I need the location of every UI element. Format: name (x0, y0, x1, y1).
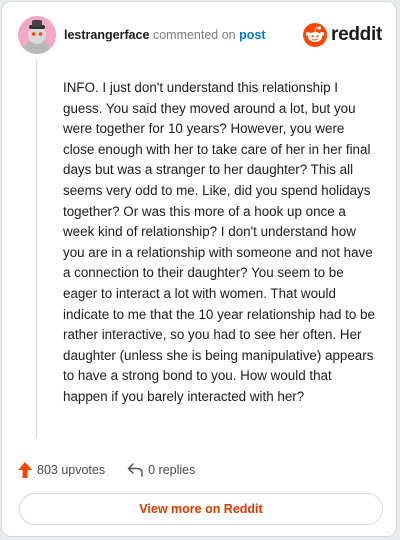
comment-embed-card: lestrangerface commented on post reddit … (1, 1, 397, 537)
byline: lestrangerface commented on post (64, 28, 266, 42)
comment-header: lestrangerface commented on post reddit (18, 16, 382, 56)
username-link[interactable]: lestrangerface (64, 28, 149, 42)
avatar-icon[interactable] (18, 16, 56, 54)
reddit-brand[interactable]: reddit (303, 21, 382, 49)
replies-button[interactable]: 0 replies (127, 463, 195, 477)
comment-body: INFO. I just don't understand this relat… (63, 80, 375, 404)
brand-wordmark: reddit (331, 24, 382, 45)
post-link[interactable]: post (239, 28, 265, 42)
upvote-arrow-icon (18, 462, 32, 478)
thread-line (36, 60, 37, 438)
reddit-logo-icon (303, 23, 328, 47)
upvote-count: 803 upvotes (37, 463, 106, 477)
action-text: commented on (152, 28, 236, 42)
reply-count: 0 replies (148, 463, 196, 477)
reply-arrow-icon (127, 463, 143, 477)
comment-footer: 803 upvotes 0 replies (18, 460, 195, 480)
upvote-button[interactable]: 803 upvotes (18, 462, 105, 478)
view-more-button[interactable]: View more on Reddit (19, 493, 383, 525)
